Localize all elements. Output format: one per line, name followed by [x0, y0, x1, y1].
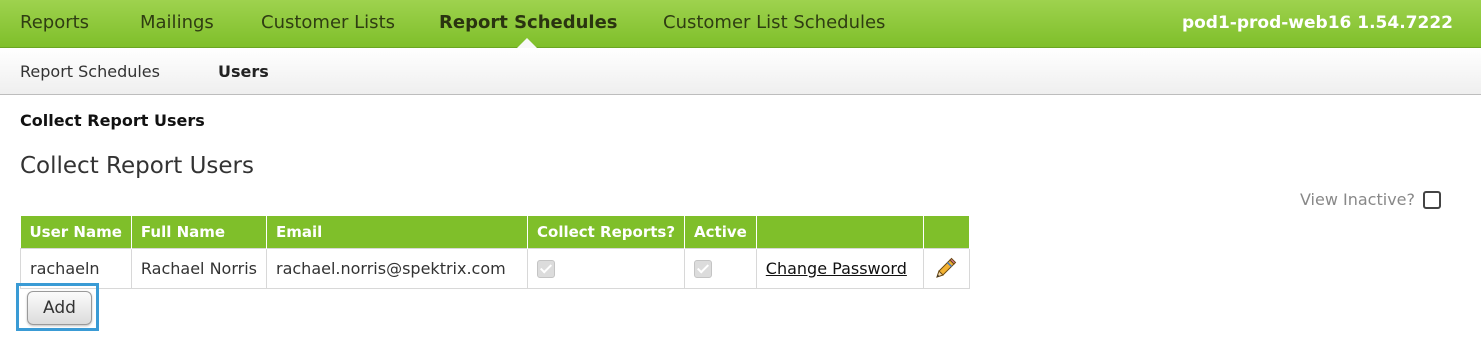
top-nav-bar: Reports Mailings Customer Lists Report S…: [0, 0, 1481, 48]
add-button[interactable]: Add: [27, 291, 92, 325]
header-edit: [923, 216, 970, 249]
header-email: Email: [266, 216, 528, 249]
pencil-icon[interactable]: [933, 257, 957, 281]
subtab-report-schedules[interactable]: Report Schedules: [20, 48, 160, 96]
table-row: rachaeln Rachael Norris rachael.norris@s…: [20, 248, 970, 289]
cell-change-password: Change Password: [755, 248, 924, 289]
cell-full-name: Rachael Norris: [130, 248, 268, 289]
view-inactive-checkbox[interactable]: [1423, 190, 1441, 209]
cell-collect-reports: [526, 248, 686, 289]
cell-edit: [922, 248, 970, 289]
header-user-name: User Name: [20, 216, 132, 249]
tab-mailings[interactable]: Mailings: [140, 0, 214, 47]
header-collect-reports: Collect Reports?: [527, 216, 686, 249]
header-full-name: Full Name: [131, 216, 268, 249]
sub-nav-bar: Report Schedules Users: [0, 48, 1481, 95]
view-inactive-toggle[interactable]: View Inactive?: [1300, 190, 1441, 209]
tab-reports[interactable]: Reports: [20, 0, 89, 47]
active-tab-indicator: [517, 38, 537, 48]
view-inactive-label: View Inactive?: [1299, 190, 1415, 209]
subtab-users[interactable]: Users: [218, 48, 269, 96]
header-active: Active: [684, 216, 757, 249]
collect-reports-checkbox: [537, 260, 555, 279]
users-table: User Name Full Name Email Collect Report…: [20, 216, 970, 289]
table-header-row: User Name Full Name Email Collect Report…: [20, 216, 970, 249]
tab-customer-list-schedules[interactable]: Customer List Schedules: [663, 0, 885, 47]
breadcrumb: Collect Report Users: [20, 111, 205, 130]
tab-customer-lists[interactable]: Customer Lists: [261, 0, 395, 47]
change-password-link[interactable]: Change Password: [766, 259, 907, 278]
server-version: pod1-prod-web16 1.54.7222: [1181, 13, 1453, 33]
active-checkbox: [694, 260, 713, 279]
header-actions: [756, 216, 924, 249]
cell-active: [684, 248, 757, 289]
cell-email: rachael.norris@spektrix.com: [266, 248, 528, 289]
page-title: Collect Report Users: [20, 153, 254, 179]
